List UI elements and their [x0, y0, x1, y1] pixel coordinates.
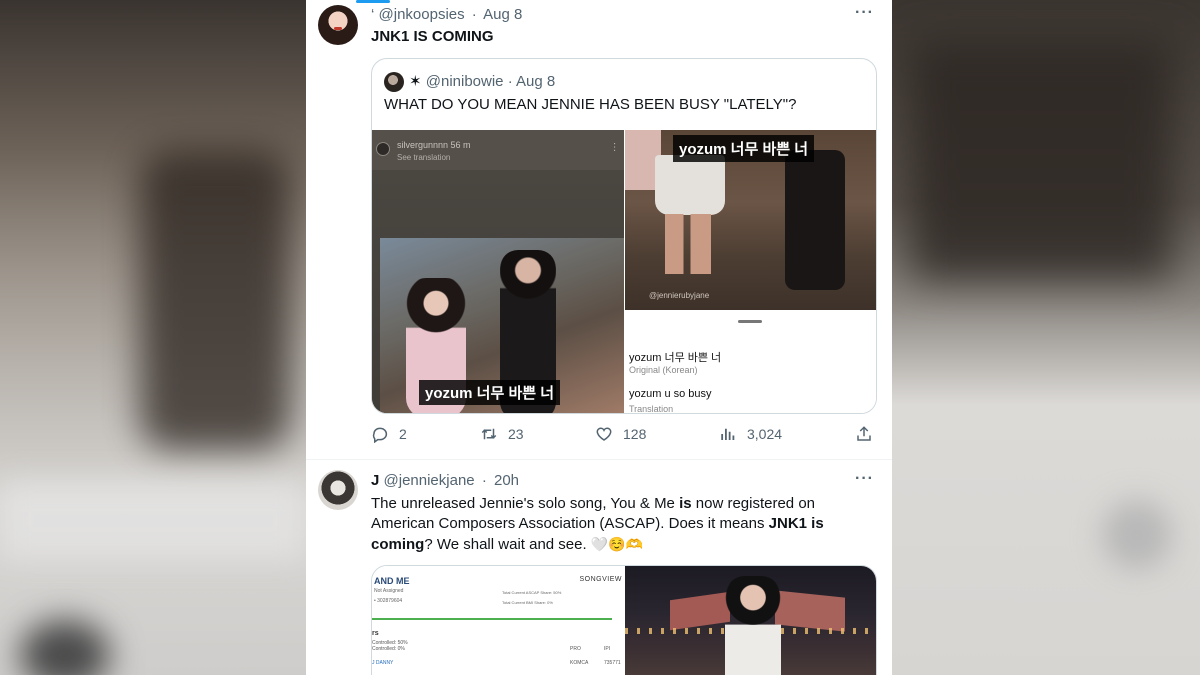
doc-section: rs: [372, 630, 379, 637]
views-icon: [721, 428, 735, 440]
avatar[interactable]: [318, 470, 358, 510]
quote-tweet[interactable]: ✶ @ninibowie · Aug 8 WHAT DO YOU MEAN JE…: [371, 58, 877, 414]
doc-cell: J DANNY: [372, 660, 394, 666]
quote-media-left[interactable]: silvergunnnn 56 m See translation ··· yo…: [372, 130, 624, 413]
doc-share-bmi: Total Current BMI Share: 0%: [502, 600, 553, 605]
doc-share-ascap: Total Current ASCAP Share: 50%: [502, 590, 562, 595]
story-more-icon: ···: [609, 142, 620, 152]
doc-col-header: IPI: [604, 646, 611, 652]
more-options-icon[interactable]: ···: [855, 4, 874, 22]
doc-divider: [372, 618, 612, 620]
doc-subtitle: Not Assigned: [374, 588, 404, 594]
views-button[interactable]: 3,024: [719, 425, 782, 443]
heart-icon: [596, 427, 612, 441]
quote-date: Aug 8: [516, 73, 556, 90]
user-handle[interactable]: @jnkoopsies: [379, 6, 465, 23]
tweet-date[interactable]: Aug 8: [483, 6, 522, 23]
display-name[interactable]: J: [371, 472, 379, 489]
text-segment: The unreleased Jennie's solo song, You &…: [371, 495, 680, 512]
display-name[interactable]: ‘: [371, 6, 374, 23]
translated-text: yozum u so busy: [629, 388, 712, 400]
quote-text: WHAT DO YOU MEAN JENNIE HAS BEEN BUSY "L…: [384, 96, 797, 113]
tweet-header: ‘ @jnkoopsies · Aug 8: [371, 6, 523, 23]
original-label: Original (Korean): [629, 365, 698, 375]
more-options-icon[interactable]: ···: [855, 470, 874, 488]
doc-title: AND ME: [374, 576, 410, 586]
share-icon: [857, 426, 871, 441]
quote-display-name: ✶: [409, 73, 422, 90]
night-photo: [625, 566, 876, 675]
original-text: yozum 너무 바쁜 너: [629, 352, 722, 364]
share-button[interactable]: [855, 425, 873, 443]
doc-col-header: PRO: [570, 646, 581, 652]
doc-cell: 735771: [604, 660, 621, 666]
user-handle[interactable]: @jenniekjane: [384, 472, 475, 489]
text-bold-segment: is: [679, 495, 692, 512]
backdrop-right: [892, 0, 1200, 675]
view-count: 3,024: [747, 426, 783, 442]
tweet-date[interactable]: 20h: [494, 472, 519, 489]
see-translation-link: See translation: [397, 153, 451, 162]
doc-cell: KOMCA: [570, 660, 589, 666]
emoji: 🤍☺️🫶: [590, 536, 644, 552]
timeline-feed: ‘ @jnkoopsies · Aug 8 ··· JNK1 IS COMING…: [306, 0, 892, 675]
reply-count: 2: [399, 426, 407, 442]
doc-id: • 302879604: [374, 598, 403, 604]
quote-handle: @ninibowie: [425, 73, 504, 90]
tweet-actions: 2 23 128 3,024: [371, 425, 877, 447]
photo-caption: yozum 너무 바쁜 너: [419, 380, 561, 405]
retweet-button[interactable]: 23: [480, 425, 524, 443]
ascap-screenshot: AND ME Not Assigned • 302879604 SONGVIEW…: [372, 566, 624, 675]
retweet-icon: [481, 428, 497, 440]
quote-header: ✶ @ninibowie · Aug 8: [409, 73, 556, 90]
tweet-text: JNK1 IS COMING: [371, 28, 494, 45]
tweet-text: The unreleased Jennie's solo song, You &…: [371, 494, 841, 555]
doc-row: Controlled: 0%: [372, 646, 405, 652]
retweet-count: 23: [508, 426, 524, 442]
quote-media-right[interactable]: yozum 너무 바쁜 너 @jennierubyjane yozum 너무 바…: [625, 130, 876, 414]
quote-avatar: [384, 72, 404, 92]
tweet-header: J @jenniekjane · 20h: [371, 472, 520, 489]
sheet-handle: [738, 320, 762, 323]
story-username: silvergunnnn 56 m: [397, 140, 471, 150]
street-photo: yozum 너무 바쁜 너 @jennierubyjane: [625, 130, 876, 310]
photo-credit: @jennierubyjane: [649, 291, 710, 300]
reply-button[interactable]: 2: [371, 425, 407, 443]
backdrop-left: [0, 0, 306, 675]
reply-icon: [372, 427, 388, 443]
translation-label: Translation: [629, 404, 674, 414]
tweet[interactable]: ‘ @jnkoopsies · Aug 8 ··· JNK1 IS COMING…: [306, 0, 892, 460]
text-segment: ? We shall wait and see.: [424, 536, 591, 553]
doc-brand: SONGVIEW: [579, 576, 622, 583]
like-count: 128: [623, 426, 647, 442]
like-button[interactable]: 128: [595, 425, 646, 443]
avatar[interactable]: [318, 5, 358, 45]
photo-caption: yozum 너무 바쁜 너: [673, 135, 815, 162]
tweet-media[interactable]: AND ME Not Assigned • 302879604 SONGVIEW…: [371, 565, 877, 675]
story-header: silvergunnnn 56 m See translation ···: [372, 130, 624, 170]
story-avatar: [376, 142, 390, 156]
